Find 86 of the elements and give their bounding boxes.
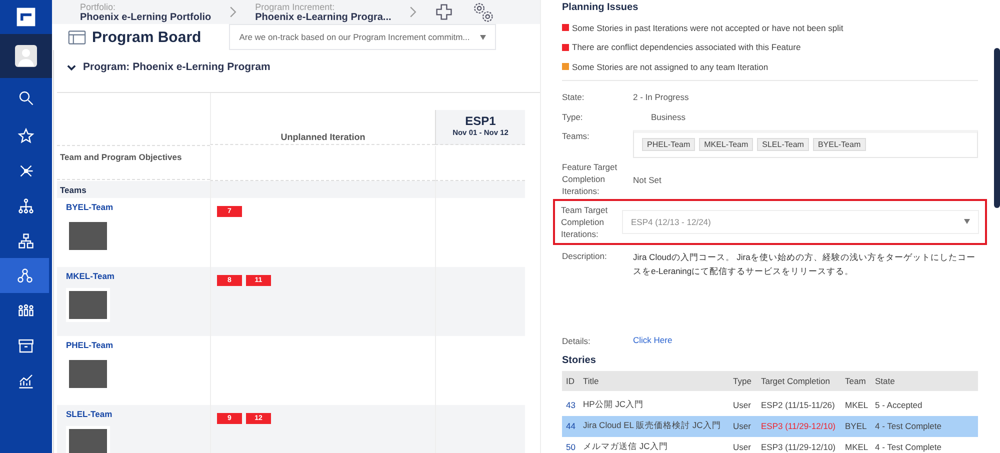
table-cell-text: ESP3 (11/29-12/10) <box>761 421 836 431</box>
field-value: Not Set <box>633 174 662 186</box>
team-link[interactable]: MKEL-Team <box>66 271 210 281</box>
story-id-link[interactable]: 50 <box>566 442 583 452</box>
breadcrumb-label: Program Increment: <box>255 2 336 12</box>
field-label: Feature Target Completion Iterations: <box>562 160 618 198</box>
team-tag: MKEL-Team <box>699 138 754 151</box>
section-title: Planning Issues <box>562 2 640 13</box>
table-cell-text: メルマガ送信 JC入門 <box>583 441 669 453</box>
caret-icon <box>964 219 970 224</box>
table-row[interactable]: 50 メルマガ送信 JC入門 User ESP3 (11/29-12/10) MKEL 4 - Test Complete <box>562 436 978 453</box>
section-title: Stories <box>562 354 597 366</box>
field-label: Team Target Completion Iterations: <box>561 204 609 240</box>
table-cell-text: User <box>733 421 752 431</box>
table-cell-text: Jira Cloud EL 販売価格検討 JC入門 <box>583 420 722 432</box>
issue-text: Some Stories are not assigned to any team Iteration <box>572 62 768 72</box>
table-cell-text: 5 - Accepted <box>875 400 924 410</box>
table-cell-text: User <box>733 442 752 452</box>
team-tag: BYEL-Team <box>812 138 866 151</box>
field-value: Business <box>650 110 686 124</box>
table-cell-text: ESP2 (11/15-11/26) <box>761 400 836 410</box>
settings-button[interactable] <box>471 0 496 24</box>
archive-icon <box>17 336 35 354</box>
scrollbar-thumb[interactable] <box>994 48 1000 208</box>
avatar-icon <box>14 44 38 68</box>
description-text: Jira Cloudの入門コース。 Jiraを使い始めの方、経験の浅い方をターゲットにしたコースをe-Leraningにて配信するサービスをリリースする。 <box>633 250 976 278</box>
table-cell-text: ESP3 (11/29-12/10) <box>761 442 836 452</box>
field-label: Description: <box>562 250 608 263</box>
table-row[interactable]: 43 HP公開 JC入門 User ESP2 (11/15-11/26) MKEL 5 - Accepted <box>562 394 978 416</box>
photo-placeholder <box>66 288 110 322</box>
breadcrumb-link[interactable]: Phoenix e-Learning Progra... <box>255 12 392 22</box>
chevron-icon <box>409 5 418 19</box>
row-label: Team and Program Objectives <box>57 146 210 180</box>
breadcrumb-label: Portfolio: <box>80 2 117 12</box>
photo-placeholder <box>66 219 110 253</box>
team-tag: PHEL-Team <box>642 138 696 151</box>
expand-toggle[interactable] <box>67 62 76 72</box>
table-cell-text: HP公開 JC入門 <box>583 399 645 411</box>
photo-placeholder <box>66 357 110 391</box>
table-cell-text: MKEL <box>845 400 870 410</box>
field-value: 2 - In Progress <box>633 90 689 104</box>
team-link[interactable]: BYEL-Team <box>66 202 210 212</box>
section-label: Teams <box>57 181 210 198</box>
table-cell-text: 4 - Test Complete <box>875 442 942 452</box>
search-icon <box>17 89 35 107</box>
program-icon <box>16 266 34 284</box>
sidebar-item[interactable] <box>0 34 52 78</box>
table-row[interactable]: 44 Jira Cloud EL 販売価格検討 JC入門 User ESP3 (11/29-12/10) BYEL 4 - Test Complete <box>562 416 978 436</box>
story-id-link[interactable]: 43 <box>566 400 583 410</box>
chart-icon <box>17 372 35 390</box>
boxes-icon <box>17 232 35 250</box>
chevron-icon <box>229 5 238 19</box>
column-header: Team <box>845 376 867 386</box>
field-label: State: <box>562 90 586 104</box>
team-link[interactable]: PHEL-Team <box>66 340 210 350</box>
teams-field[interactable]: PHEL-Team MKEL-Team SLEL-Team BYEL-Team <box>633 130 978 158</box>
issue-text: Some Stories in past Iterations were not accepted or have not been split <box>572 22 844 33</box>
add-button[interactable] <box>435 3 454 21</box>
table-cell-text: MKEL <box>845 442 870 452</box>
breadcrumb-link[interactable]: Phoenix e-Lerning Portfolio <box>80 12 212 22</box>
field-label: Type: <box>562 110 584 124</box>
star-icon <box>17 126 35 144</box>
story-id-link[interactable]: 44 <box>566 421 583 431</box>
column-header: Type <box>733 376 752 386</box>
team-tag: SLEL-Team <box>757 138 809 151</box>
table-cell-text: User <box>733 400 752 410</box>
details-link[interactable]: Click Here <box>633 334 672 354</box>
board-icon <box>68 30 86 44</box>
field-label: Teams: <box>562 130 590 142</box>
team-link[interactable]: SLEL-Team <box>66 409 210 419</box>
issue-text: There are conflict dependencies associated with this Feature <box>572 42 801 52</box>
column-header: Title <box>583 376 600 386</box>
column-header: State <box>875 376 896 386</box>
logo-icon <box>15 6 37 28</box>
iteration-dropdown[interactable]: ESP4 (12/13 - 12/24) <box>622 210 979 234</box>
column-header: Target Completion <box>761 376 831 386</box>
table-cell-text: 4 - Test Complete <box>875 421 942 431</box>
table-cell-text: BYEL <box>845 421 868 431</box>
question-dropdown[interactable]: Are we on-track based on our Program Increment commitm... <box>229 24 496 50</box>
iteration-name: ESP1 <box>464 114 497 128</box>
caret-icon <box>480 34 486 40</box>
hierarchy-icon <box>17 196 35 214</box>
column-header: ID <box>566 376 576 386</box>
program-title: Program: Phoenix e-Lerning Program <box>83 61 270 73</box>
page-title: Program Board <box>92 28 202 46</box>
field-label: Details: <box>562 334 592 348</box>
